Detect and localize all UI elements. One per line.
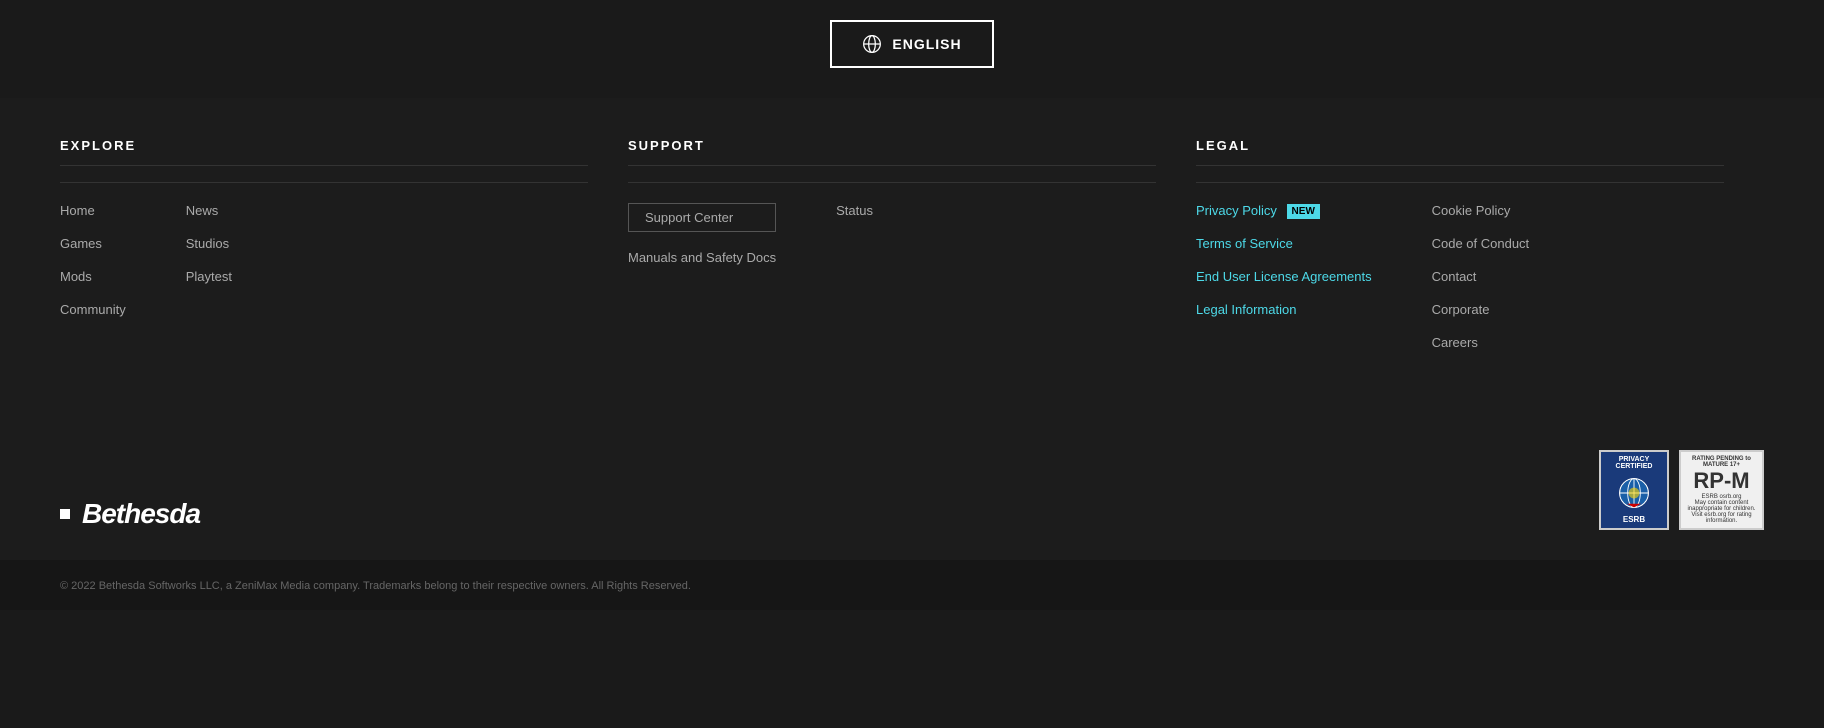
support-divider: [628, 182, 1156, 183]
bethesda-logo: Bethesda: [60, 498, 200, 530]
new-badge: NEW: [1287, 204, 1320, 219]
careers-link[interactable]: Careers: [1432, 335, 1530, 350]
status-link[interactable]: Status: [836, 203, 873, 218]
privacy-policy-link[interactable]: Privacy Policy NEW: [1196, 203, 1372, 218]
contact-link[interactable]: Contact: [1432, 269, 1530, 284]
support-col1: Support Center Manuals and Safety Docs: [628, 203, 776, 265]
terms-of-service-link[interactable]: Terms of Service: [1196, 236, 1372, 251]
esrb-rp-m-label: RP-M: [1693, 468, 1749, 494]
esrb-rating-badge: RATING PENDING to MATURE 17+ RP-M ESRB o…: [1679, 450, 1764, 530]
support-title: SUPPORT: [628, 138, 1156, 166]
explore-link-home[interactable]: Home: [60, 203, 126, 218]
support-links-grid: Support Center Manuals and Safety Docs S…: [628, 203, 1156, 265]
footer-bottom: Bethesda PRIVACY CERTIFIED ESRB RATING P…: [0, 390, 1824, 560]
globe-icon: [862, 34, 882, 54]
copyright-bar: © 2022 Bethesda Softworks LLC, a ZeniMax…: [0, 560, 1824, 610]
bethesda-logo-text: Bethesda: [82, 498, 200, 530]
legal-info-link[interactable]: Legal Information: [1196, 302, 1372, 317]
explore-link-studios[interactable]: Studios: [186, 236, 232, 251]
explore-link-community[interactable]: Community: [60, 302, 126, 317]
manuals-link[interactable]: Manuals and Safety Docs: [628, 250, 776, 265]
cookie-policy-link[interactable]: Cookie Policy: [1432, 203, 1530, 218]
badges-container: PRIVACY CERTIFIED ESRB RATING PENDING to…: [1599, 450, 1764, 530]
explore-col2: News Studios Playtest: [186, 203, 232, 317]
esrb-globe-icon: [1616, 475, 1652, 511]
explore-link-news[interactable]: News: [186, 203, 232, 218]
esrb-privacy-badge: PRIVACY CERTIFIED ESRB: [1599, 450, 1669, 530]
explore-divider: [60, 182, 588, 183]
logo-square-icon: [60, 509, 70, 519]
support-col2: Status: [836, 203, 873, 265]
footer-content: EXPLORE Home Games Mods Community News S…: [0, 98, 1824, 390]
legal-col2: Cookie Policy Code of Conduct Contact Co…: [1432, 203, 1530, 350]
explore-link-games[interactable]: Games: [60, 236, 126, 251]
code-of-conduct-link[interactable]: Code of Conduct: [1432, 236, 1530, 251]
corporate-link[interactable]: Corporate: [1432, 302, 1530, 317]
explore-link-mods[interactable]: Mods: [60, 269, 126, 284]
esrb-privacy-top-text: PRIVACY CERTIFIED: [1605, 456, 1663, 470]
explore-link-playtest[interactable]: Playtest: [186, 269, 232, 284]
legal-section: LEGAL Privacy Policy NEW Terms of Servic…: [1196, 138, 1764, 350]
explore-title: EXPLORE: [60, 138, 588, 166]
legal-title: LEGAL: [1196, 138, 1724, 166]
legal-links-grid: Privacy Policy NEW Terms of Service End …: [1196, 203, 1724, 350]
eula-link[interactable]: End User License Agreements: [1196, 269, 1372, 284]
copyright-text: © 2022 Bethesda Softworks LLC, a ZeniMax…: [60, 580, 691, 592]
legal-divider: [1196, 182, 1724, 183]
explore-col1: Home Games Mods Community: [60, 203, 126, 317]
top-bar: ENGLISH: [0, 0, 1824, 98]
support-center-link[interactable]: Support Center: [628, 203, 776, 232]
esrb-disclaimer-text: May contain content inappropriate for ch…: [1685, 500, 1758, 524]
explore-links-grid: Home Games Mods Community News Studios P…: [60, 203, 588, 317]
legal-col1: Privacy Policy NEW Terms of Service End …: [1196, 203, 1372, 350]
language-label: ENGLISH: [892, 36, 961, 52]
language-button[interactable]: ENGLISH: [830, 20, 993, 68]
explore-section: EXPLORE Home Games Mods Community News S…: [60, 138, 628, 350]
esrb-rating-top-text: RATING PENDING to MATURE 17+: [1685, 456, 1758, 468]
esrb-bottom-text: ESRB: [1623, 515, 1645, 524]
support-section: SUPPORT Support Center Manuals and Safet…: [628, 138, 1196, 350]
footer-columns: EXPLORE Home Games Mods Community News S…: [60, 138, 1764, 350]
